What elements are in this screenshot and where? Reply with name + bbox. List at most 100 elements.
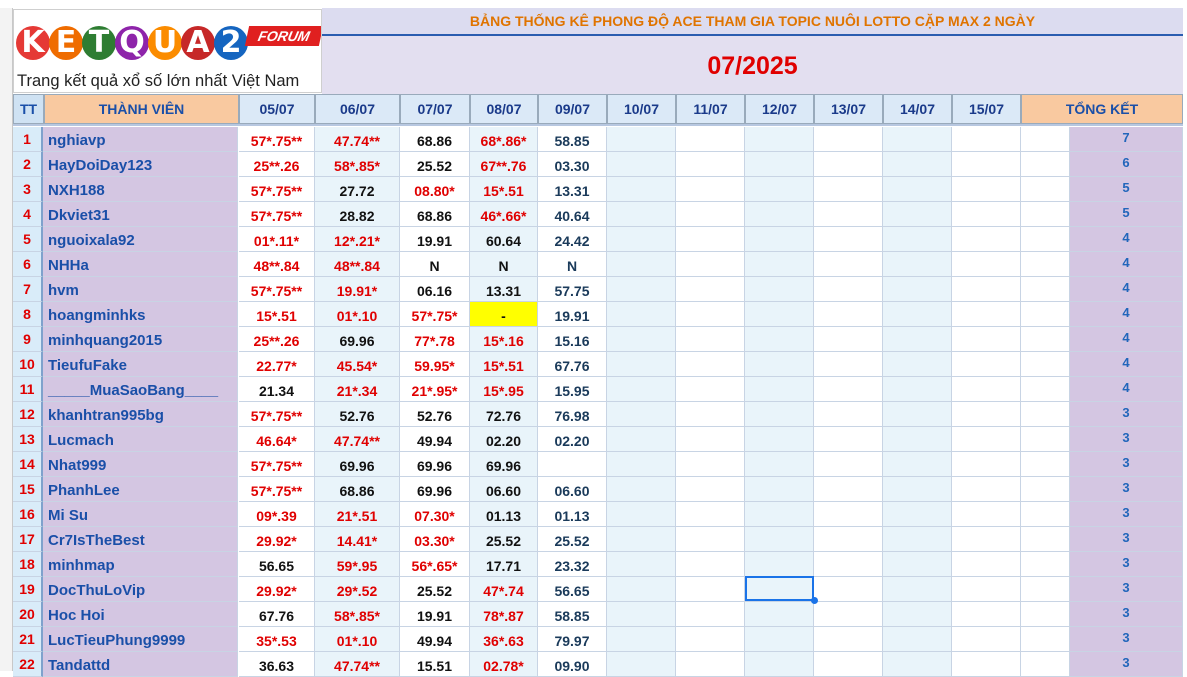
result-cell[interactable] [883,402,952,427]
result-cell[interactable]: 25**.26 [239,152,315,177]
member-name[interactable]: Hoc Hoi [43,602,238,627]
result-cell[interactable]: 21.34 [239,377,315,402]
sheet-title[interactable]: BẢNG THỐNG KÊ PHONG ĐỘ ACE THAM GIA TOPI… [322,8,1183,36]
result-cell[interactable] [745,652,814,677]
result-cell[interactable]: 45.54* [315,352,400,377]
result-cell[interactable]: 57*.75** [239,177,315,202]
result-cell[interactable] [814,577,883,602]
result-cell[interactable] [676,502,745,527]
total-cell[interactable]: 3 [1070,402,1183,427]
result-cell[interactable] [607,652,676,677]
result-cell[interactable]: 09*.39 [239,502,315,527]
member-name[interactable]: minhmap [43,552,238,577]
row-number[interactable]: 14 [13,452,43,477]
spacer-cell[interactable] [1021,377,1070,402]
row-number[interactable]: 13 [13,427,43,452]
header-date-4[interactable]: 08/07 [470,94,538,124]
spacer-cell[interactable] [1021,327,1070,352]
result-cell[interactable] [745,152,814,177]
result-cell[interactable]: 59*.95 [315,552,400,577]
row-number[interactable]: 17 [13,527,43,552]
result-cell[interactable]: N [400,252,470,277]
row-number[interactable]: 6 [13,252,43,277]
row-number[interactable]: 12 [13,402,43,427]
result-cell[interactable] [814,402,883,427]
result-cell[interactable] [745,227,814,252]
member-name[interactable]: minhquang2015 [43,327,238,352]
total-cell[interactable]: 4 [1070,377,1183,402]
result-cell[interactable]: 76.98 [538,402,607,427]
result-cell[interactable] [676,152,745,177]
result-cell[interactable] [952,202,1021,227]
month-title[interactable]: 07/2025 [322,36,1183,94]
result-cell[interactable] [607,352,676,377]
result-cell[interactable] [676,627,745,652]
spacer-cell[interactable] [1021,527,1070,552]
member-name[interactable]: khanhtran995bg [43,402,238,427]
row-number[interactable]: 2 [13,152,43,177]
member-name[interactable]: DocThuLoVip [43,577,238,602]
result-cell[interactable]: 02.20 [538,427,607,452]
result-cell[interactable]: 21*.34 [315,377,400,402]
result-cell[interactable]: 15.95 [538,377,607,402]
result-cell[interactable]: 79.97 [538,627,607,652]
result-cell[interactable] [607,627,676,652]
row-number[interactable]: 19 [13,577,43,602]
row-number[interactable]: 4 [13,202,43,227]
result-cell[interactable] [676,352,745,377]
result-cell[interactable] [952,577,1021,602]
result-cell[interactable]: 57*.75** [239,127,315,152]
total-cell[interactable]: 4 [1070,327,1183,352]
result-cell[interactable]: 36*.63 [470,627,538,652]
result-cell[interactable]: 15.16 [538,327,607,352]
result-cell[interactable]: 47*.74 [470,577,538,602]
total-cell[interactable]: 4 [1070,352,1183,377]
member-name[interactable]: hoangminhks [43,302,238,327]
row-number[interactable]: 10 [13,352,43,377]
member-name[interactable]: nguoixala92 [43,227,238,252]
result-cell[interactable] [676,402,745,427]
result-cell[interactable]: 52.76 [400,402,470,427]
result-cell[interactable] [607,227,676,252]
result-cell[interactable]: 02.78* [470,652,538,677]
result-cell[interactable]: 35*.53 [239,627,315,652]
result-cell[interactable] [952,302,1021,327]
result-cell[interactable]: 06.60 [538,477,607,502]
header-member[interactable]: THÀNH VIÊN [44,94,239,124]
member-name[interactable]: nghiavp [43,127,238,152]
result-cell[interactable] [883,377,952,402]
result-cell[interactable]: 15*.95 [470,377,538,402]
result-cell[interactable] [607,402,676,427]
result-cell[interactable]: 21*.95* [400,377,470,402]
result-cell[interactable]: 46*.66* [470,202,538,227]
spacer-cell[interactable] [1021,652,1070,677]
result-cell[interactable] [745,177,814,202]
result-cell[interactable]: 06.60 [470,477,538,502]
result-cell[interactable] [952,252,1021,277]
result-cell[interactable] [814,477,883,502]
result-cell[interactable]: 72.76 [470,402,538,427]
spacer-cell[interactable] [1021,152,1070,177]
header-date-10[interactable]: 14/07 [883,94,952,124]
result-cell[interactable]: 15.51 [400,652,470,677]
result-cell[interactable] [814,352,883,377]
result-cell[interactable] [745,477,814,502]
result-cell[interactable] [883,252,952,277]
result-cell[interactable]: 46.64* [239,427,315,452]
result-cell[interactable]: 47.74** [315,652,400,677]
result-cell[interactable]: 03.30* [400,527,470,552]
result-cell[interactable]: 29*.52 [315,577,400,602]
result-cell[interactable]: 13.31 [470,277,538,302]
result-cell[interactable]: 23.32 [538,552,607,577]
result-cell[interactable] [745,377,814,402]
result-cell[interactable]: 17.71 [470,552,538,577]
result-cell[interactable] [607,427,676,452]
result-cell[interactable] [952,502,1021,527]
row-header-strip[interactable] [0,8,13,671]
result-cell[interactable]: 25.52 [400,577,470,602]
spacer-cell[interactable] [1021,252,1070,277]
result-cell[interactable]: 68*.86* [470,127,538,152]
total-cell[interactable]: 4 [1070,227,1183,252]
result-cell[interactable] [952,377,1021,402]
result-cell[interactable] [676,127,745,152]
